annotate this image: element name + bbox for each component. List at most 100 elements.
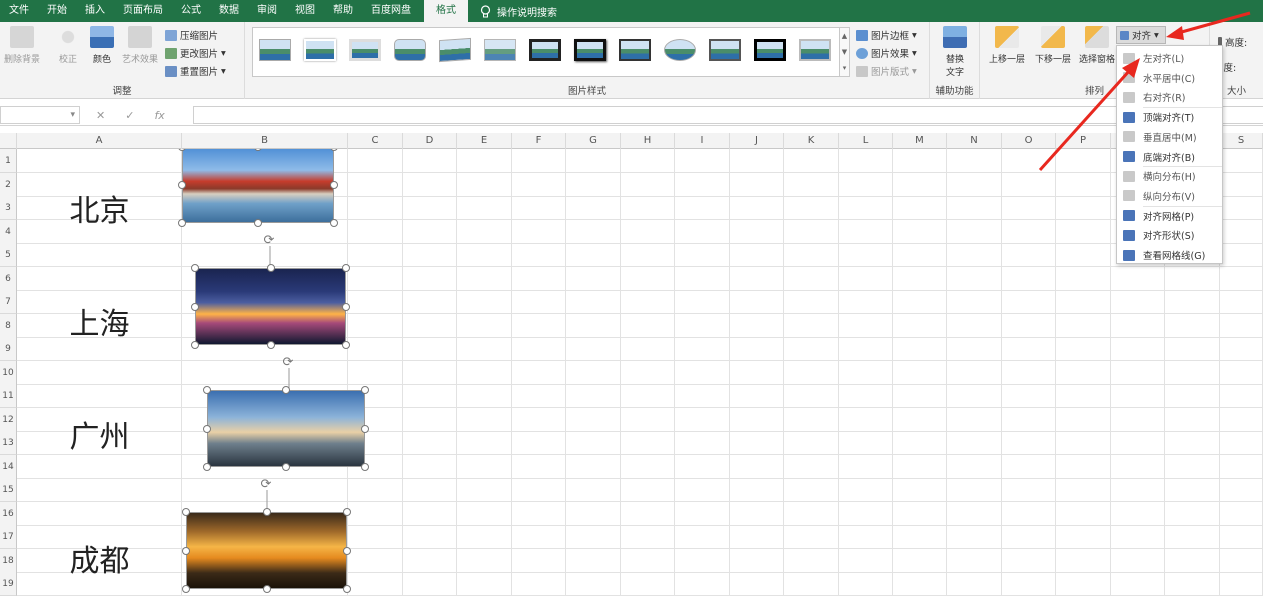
resize-handle[interactable] bbox=[266, 341, 275, 349]
resize-handle[interactable] bbox=[342, 302, 350, 311]
gallery-scroll[interactable]: ▲ ▼ ▾ bbox=[840, 27, 850, 77]
resize-handle[interactable] bbox=[203, 386, 211, 394]
resize-handle[interactable] bbox=[182, 585, 190, 593]
style-thumb[interactable] bbox=[617, 36, 653, 64]
align-menu-item[interactable]: 对齐网格(P) bbox=[1117, 206, 1224, 226]
resize-handle[interactable] bbox=[203, 463, 211, 471]
tab-view[interactable]: 视图 bbox=[286, 0, 324, 22]
tab-baidu-netdisk[interactable]: 百度网盘 bbox=[362, 0, 420, 22]
send-backward-button[interactable]: 下移一层 bbox=[1030, 26, 1076, 65]
row-header[interactable]: 7 bbox=[0, 290, 17, 314]
resize-handle[interactable] bbox=[203, 424, 211, 433]
cell-city-chengdu[interactable]: 成都 bbox=[17, 536, 182, 580]
column-header[interactable]: S bbox=[1220, 133, 1263, 149]
artistic-effects-button[interactable]: 艺术效果 bbox=[117, 26, 163, 65]
row-header[interactable]: 2 bbox=[0, 173, 17, 197]
row-header[interactable]: 19 bbox=[0, 572, 17, 596]
row-header[interactable]: 15 bbox=[0, 478, 17, 502]
style-thumb[interactable] bbox=[257, 36, 293, 64]
column-header[interactable]: I bbox=[675, 133, 730, 149]
alt-text-button[interactable]: 替换 文字 bbox=[933, 26, 977, 78]
enter-icon[interactable]: ✓ bbox=[125, 109, 134, 122]
column-header[interactable]: E bbox=[457, 133, 512, 149]
tab-help[interactable]: 帮助 bbox=[324, 0, 362, 22]
row-header[interactable]: 10 bbox=[0, 361, 17, 385]
tab-review[interactable]: 审阅 bbox=[248, 0, 286, 22]
picture-layout-button[interactable]: 图片版式 ▾ bbox=[856, 64, 917, 78]
picture-chengdu[interactable] bbox=[186, 512, 347, 589]
column-header[interactable]: J bbox=[730, 133, 784, 149]
rotate-handle-icon[interactable]: ⟳ bbox=[262, 234, 276, 248]
resize-handle[interactable] bbox=[266, 264, 275, 272]
tab-insert[interactable]: 插入 bbox=[76, 0, 114, 22]
picture-guangzhou[interactable] bbox=[207, 390, 365, 467]
align-menu-item[interactable]: 左对齐(L) bbox=[1117, 48, 1224, 68]
rotate-handle-icon[interactable]: ⟳ bbox=[281, 356, 295, 370]
selection-pane-button[interactable]: 选择窗格 bbox=[1074, 26, 1120, 65]
resize-handle[interactable] bbox=[282, 463, 290, 471]
column-header[interactable]: O bbox=[1002, 133, 1056, 149]
style-thumb[interactable] bbox=[662, 36, 698, 64]
resize-handle[interactable] bbox=[330, 219, 338, 227]
picture-effects-button[interactable]: 图片效果 ▾ bbox=[856, 46, 917, 60]
row-header[interactable]: 8 bbox=[0, 314, 17, 338]
resize-handle[interactable] bbox=[178, 219, 186, 227]
tab-file[interactable]: 文件 bbox=[0, 0, 38, 22]
cell-city-shanghai[interactable]: 上海 bbox=[17, 299, 182, 343]
resize-handle[interactable] bbox=[342, 264, 350, 272]
row-header[interactable]: 17 bbox=[0, 525, 17, 549]
resize-handle[interactable] bbox=[330, 181, 338, 189]
row-header[interactable]: 5 bbox=[0, 243, 17, 267]
column-header[interactable]: N bbox=[947, 133, 1002, 149]
resize-handle[interactable] bbox=[343, 546, 351, 555]
resize-handle[interactable] bbox=[254, 219, 262, 227]
resize-handle[interactable] bbox=[191, 264, 199, 272]
resize-handle[interactable] bbox=[182, 508, 190, 516]
style-thumb[interactable] bbox=[302, 36, 338, 64]
picture-beijing[interactable] bbox=[182, 149, 334, 223]
style-thumb[interactable] bbox=[707, 36, 743, 64]
name-box[interactable]: ▾ bbox=[0, 106, 80, 124]
style-thumb[interactable] bbox=[527, 36, 563, 64]
resize-handle[interactable] bbox=[361, 386, 369, 394]
compress-pictures-button[interactable]: 压缩图片 bbox=[165, 28, 218, 42]
tab-data[interactable]: 数据 bbox=[210, 0, 248, 22]
style-thumb[interactable] bbox=[797, 36, 833, 64]
resize-handle[interactable] bbox=[361, 424, 369, 433]
resize-handle[interactable] bbox=[191, 341, 199, 349]
resize-handle[interactable] bbox=[182, 546, 190, 555]
formula-input[interactable] bbox=[193, 106, 1263, 124]
row-header[interactable]: 3 bbox=[0, 196, 17, 220]
style-thumb[interactable] bbox=[347, 36, 383, 64]
cancel-icon[interactable]: ✕ bbox=[96, 109, 105, 122]
resize-handle[interactable] bbox=[262, 508, 271, 516]
resize-handle[interactable] bbox=[178, 181, 186, 189]
align-menu-item[interactable]: 查看网格线(G) bbox=[1117, 245, 1224, 265]
style-thumb[interactable] bbox=[482, 36, 518, 64]
picture-border-button[interactable]: 图片边框 ▾ bbox=[856, 28, 917, 42]
style-thumb[interactable] bbox=[392, 36, 428, 64]
worksheet-grid[interactable]: 北京 上海 广州 成都 ⟳ ⟳ ⟳ ⟳ 12345678910111213141… bbox=[0, 149, 1263, 596]
column-header[interactable]: M bbox=[893, 133, 947, 149]
bring-forward-button[interactable]: 上移一层 bbox=[984, 26, 1030, 65]
resize-handle[interactable] bbox=[343, 585, 351, 593]
style-thumb[interactable] bbox=[752, 36, 788, 64]
column-header[interactable]: G bbox=[566, 133, 621, 149]
cell-city-beijing[interactable]: 北京 bbox=[17, 186, 182, 230]
fx-icon[interactable]: fx bbox=[154, 109, 164, 122]
row-header[interactable]: 16 bbox=[0, 502, 17, 526]
resize-handle[interactable] bbox=[343, 508, 351, 516]
align-menu-item[interactable]: 顶端对齐(T) bbox=[1117, 107, 1224, 127]
tab-page-layout[interactable]: 页面布局 bbox=[114, 0, 172, 22]
row-header[interactable]: 11 bbox=[0, 384, 17, 408]
tab-home[interactable]: 开始 bbox=[38, 0, 76, 22]
align-menu-item[interactable]: 垂直居中(M) bbox=[1117, 127, 1224, 147]
align-menu-item[interactable]: 对齐形状(S) bbox=[1117, 225, 1224, 245]
reset-picture-button[interactable]: 重置图片 ▾ bbox=[165, 64, 226, 78]
align-menu-item[interactable]: 水平居中(C) bbox=[1117, 68, 1224, 88]
resize-handle[interactable] bbox=[342, 341, 350, 349]
style-thumb[interactable] bbox=[572, 36, 608, 64]
resize-handle[interactable] bbox=[262, 585, 271, 593]
cell-city-guangzhou[interactable]: 广州 bbox=[17, 412, 182, 456]
column-header[interactable]: K bbox=[784, 133, 839, 149]
